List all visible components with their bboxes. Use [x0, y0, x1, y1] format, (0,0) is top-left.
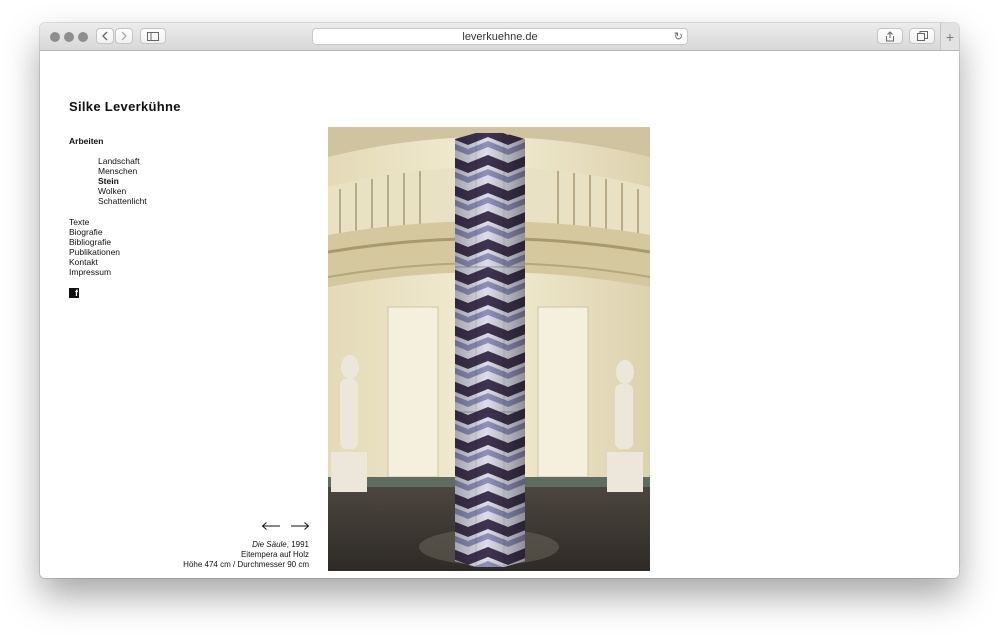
arrow-right-icon[interactable]: [290, 521, 310, 531]
zoom-window-button[interactable]: [78, 32, 88, 42]
artwork-dimensions: Höhe 474 cm / Durchmesser 90 cm: [183, 560, 309, 569]
main-nav-list: Texte Biografie Bibliografie Publikation…: [69, 217, 120, 277]
nav-item-biografie[interactable]: Biografie: [69, 227, 120, 237]
subnav-list: Landschaft Menschen Stein Wolken Schatte…: [98, 156, 147, 206]
share-button[interactable]: [877, 28, 903, 44]
nav-item-publikationen[interactable]: Publikationen: [69, 247, 120, 257]
subnav-item-wolken[interactable]: Wolken: [98, 186, 147, 196]
artwork-caption: Die Säule, 1991 Eitempera auf Holz Höhe …: [183, 540, 309, 570]
nav-item-texte[interactable]: Texte: [69, 217, 120, 227]
nav-item-bibliografie[interactable]: Bibliografie: [69, 237, 120, 247]
site-title[interactable]: Silke Leverkühne: [69, 99, 181, 114]
artwork-medium: Eitempera auf Holz: [240, 550, 309, 559]
new-tab-button[interactable]: +: [940, 23, 959, 50]
nav-heading-arbeiten[interactable]: Arbeiten: [69, 136, 103, 146]
sidebar-icon: [147, 31, 159, 41]
tabs-overview-button[interactable]: [909, 28, 935, 44]
page-content: Silke Leverkühne Arbeiten Landschaft Men…: [40, 51, 959, 578]
artwork-title: Die Säule: [252, 540, 287, 549]
back-button[interactable]: [96, 28, 114, 44]
chevron-left-icon: [102, 31, 108, 41]
artwork-photo[interactable]: [328, 127, 650, 571]
browser-toolbar: leverkuehne.de ↻ +: [40, 23, 959, 51]
address-bar[interactable]: leverkuehne.de ↻: [312, 28, 688, 45]
sidebar-toggle-button[interactable]: [140, 28, 166, 44]
close-window-button[interactable]: [50, 32, 60, 42]
tabs-icon: [916, 31, 928, 41]
forward-button[interactable]: [115, 28, 133, 44]
url-text: leverkuehne.de: [462, 30, 538, 43]
share-icon: [886, 30, 894, 41]
plus-icon: +: [945, 28, 955, 45]
nav-item-impressum[interactable]: Impressum: [69, 267, 120, 277]
browser-window: leverkuehne.de ↻ + Silke Leverkühne Arbe…: [40, 23, 959, 578]
subnav-item-schattenlicht[interactable]: Schattenlicht: [98, 196, 147, 206]
artwork-image: [328, 127, 650, 571]
facebook-icon[interactable]: f: [69, 288, 79, 298]
arrow-left-icon[interactable]: [261, 521, 281, 531]
subnav-item-landschaft[interactable]: Landschaft: [98, 156, 147, 166]
nav-item-kontakt[interactable]: Kontakt: [69, 257, 120, 267]
chevron-right-icon: [121, 31, 127, 41]
artwork-year: , 1991: [286, 540, 309, 549]
subnav-item-menschen[interactable]: Menschen: [98, 166, 147, 176]
minimize-window-button[interactable]: [64, 32, 74, 42]
subnav-item-stein[interactable]: Stein: [98, 176, 147, 186]
reload-icon[interactable]: ↻: [674, 30, 683, 43]
